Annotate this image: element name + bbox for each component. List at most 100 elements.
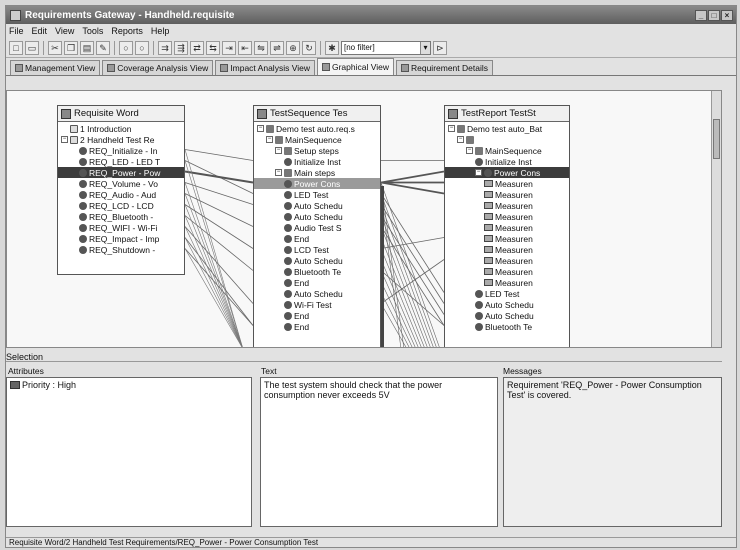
tree-row[interactable]: 1 Introduction	[58, 123, 184, 134]
tree-row[interactable]: − Demo test auto_Bat	[445, 123, 569, 134]
link-icon[interactable]: ⇶	[174, 40, 188, 55]
tree-row[interactable]: Measuren	[445, 277, 569, 288]
maximize-button[interactable]: □	[708, 9, 720, 21]
new-icon[interactable]: □	[9, 40, 23, 55]
tree-row[interactable]: − MainSequence	[254, 134, 380, 145]
menu-edit[interactable]: Edit	[32, 26, 48, 36]
tree-row[interactable]: Measuren	[445, 200, 569, 211]
tree-row[interactable]: LCD Test	[254, 244, 380, 255]
settings-icon[interactable]: ✱	[325, 40, 339, 55]
tree-row[interactable]: − 2 Handheld Test Re	[58, 134, 184, 145]
tree-row[interactable]: − Main steps	[254, 167, 380, 178]
scrollbar-thumb[interactable]	[713, 119, 720, 159]
tree-row[interactable]: End	[254, 310, 380, 321]
open-icon[interactable]: ▭	[25, 40, 39, 55]
tree-row[interactable]: LED Test	[445, 288, 569, 299]
expand-toggle-icon[interactable]: −	[266, 136, 273, 143]
link-icon[interactable]: ⇋	[254, 40, 268, 55]
tree-row[interactable]: Power Cons	[254, 178, 380, 189]
tree-row[interactable]: − MainSequence	[445, 145, 569, 156]
tree-row[interactable]: Wi-Fi Test	[254, 299, 380, 310]
tree-row[interactable]: Measuren	[445, 244, 569, 255]
tree-row[interactable]: Auto Schedu	[254, 255, 380, 266]
tree-row[interactable]: Auto Schedu	[254, 200, 380, 211]
tree-row[interactable]: REQ_Bluetooth -	[58, 211, 184, 222]
tree-row[interactable]: End	[254, 233, 380, 244]
tab-management-view[interactable]: Management View	[10, 60, 101, 75]
requirement-text[interactable]: The test system should check that the po…	[260, 377, 498, 527]
vertical-scrollbar[interactable]	[711, 91, 721, 347]
tree-row[interactable]: Measuren	[445, 189, 569, 200]
expand-toggle-icon[interactable]: −	[448, 125, 455, 132]
minimize-button[interactable]: _	[695, 9, 707, 21]
tree-row[interactable]: − Demo test auto.req.s	[254, 123, 380, 134]
cut-icon[interactable]: ✂	[48, 40, 62, 55]
edit-icon[interactable]: ✎	[96, 40, 110, 55]
requisite-word-panel[interactable]: Requisite Word 1 Introduction − 2 Handheld…	[57, 105, 185, 275]
tree-row[interactable]: Initialize Inst	[445, 156, 569, 167]
tree-row[interactable]: REQ_WIFI - Wi-Fi	[58, 222, 184, 233]
attribute-row[interactable]: Priority : High	[10, 380, 248, 390]
tree-row[interactable]: Measuren	[445, 222, 569, 233]
menu-reports[interactable]: Reports	[111, 26, 143, 36]
menu-file[interactable]: File	[9, 26, 24, 36]
tree-row[interactable]: REQ_LED - LED T	[58, 156, 184, 167]
attributes-list[interactable]: Priority : High	[6, 377, 252, 527]
expand-toggle-icon[interactable]: −	[61, 136, 68, 143]
tree-row[interactable]: LED Test	[254, 189, 380, 200]
tree-row[interactable]: Bluetooth Te	[445, 321, 569, 332]
tree-row[interactable]: REQ_Power - Pow	[58, 167, 184, 178]
tree-row[interactable]: Auto Schedu	[254, 288, 380, 299]
link-icon[interactable]: ⇉	[158, 40, 172, 55]
tree-row[interactable]: REQ_Impact - Imp	[58, 233, 184, 244]
close-button[interactable]: ×	[721, 9, 733, 21]
expand-toggle-icon[interactable]: −	[275, 147, 282, 154]
messages-box[interactable]: Requirement 'REQ_Power - Power Consumpti…	[503, 377, 722, 527]
tree-row[interactable]: Audio Test S	[254, 222, 380, 233]
link-icon[interactable]: ⇌	[270, 40, 284, 55]
graphical-view-canvas[interactable]: Requisite Word 1 Introduction − 2 Handheld…	[6, 90, 722, 348]
tree-row[interactable]: Initialize Inst	[254, 156, 380, 167]
tab-requirement-details[interactable]: Requirement Details	[395, 60, 493, 75]
tab-coverage-analysis-view[interactable]: Coverage Analysis View	[102, 60, 214, 75]
link-icon[interactable]: ⇄	[190, 40, 204, 55]
zoom-icon[interactable]: ⊕	[286, 40, 300, 55]
forward-icon[interactable]: ○	[135, 40, 149, 55]
apply-filter-icon[interactable]: ⊳	[433, 40, 447, 55]
tree-row[interactable]: REQ_Volume - Vo	[58, 178, 184, 189]
tree-row[interactable]: Measuren	[445, 178, 569, 189]
tree-row[interactable]: REQ_Initialize - In	[58, 145, 184, 156]
tree-row[interactable]: End	[254, 321, 380, 332]
paste-icon[interactable]: ▤	[80, 40, 94, 55]
link-icon[interactable]: ⇤	[238, 40, 252, 55]
menu-help[interactable]: Help	[151, 26, 170, 36]
test-report-panel[interactable]: TestReport TestSt − Demo test auto_Bat − − M…	[444, 105, 570, 347]
link-icon[interactable]: ⇥	[222, 40, 236, 55]
menu-tools[interactable]: Tools	[82, 26, 103, 36]
tree-row[interactable]: − Power Cons	[445, 167, 569, 178]
expand-toggle-icon[interactable]: −	[457, 136, 464, 143]
menu-view[interactable]: View	[55, 26, 74, 36]
tab-impact-analysis-view[interactable]: Impact Analysis View	[215, 60, 315, 75]
refresh-icon[interactable]: ↻	[302, 40, 316, 55]
tab-graphical-view[interactable]: Graphical View	[316, 58, 394, 75]
expand-toggle-icon[interactable]: −	[257, 125, 264, 132]
tree-row[interactable]: Auto Schedu	[254, 211, 380, 222]
tree-row[interactable]: REQ_LCD - LCD	[58, 200, 184, 211]
expand-toggle-icon[interactable]: −	[466, 147, 473, 154]
test-sequence-panel[interactable]: TestSequence Tes − Demo test auto.req.s − M…	[253, 105, 381, 347]
link-icon[interactable]: ⇆	[206, 40, 220, 55]
tree-row[interactable]: Measuren	[445, 255, 569, 266]
tree-row[interactable]: Auto Schedu	[445, 299, 569, 310]
chevron-down-icon[interactable]: ▾	[420, 41, 430, 54]
expand-toggle-icon[interactable]: −	[475, 169, 482, 176]
tree-row[interactable]: REQ_Audio - Aud	[58, 189, 184, 200]
title-bar[interactable]: Requirements Gateway - Handheld.requisit…	[6, 6, 736, 24]
filter-select[interactable]: [no filter] ▾	[341, 40, 431, 55]
tree-row[interactable]: Auto Schedu	[445, 310, 569, 321]
tree-row[interactable]: Bluetooth Te	[254, 266, 380, 277]
tree-row[interactable]: End	[254, 277, 380, 288]
expand-toggle-icon[interactable]: −	[275, 169, 282, 176]
back-icon[interactable]: ○	[119, 40, 133, 55]
tree-row[interactable]: Measuren	[445, 233, 569, 244]
